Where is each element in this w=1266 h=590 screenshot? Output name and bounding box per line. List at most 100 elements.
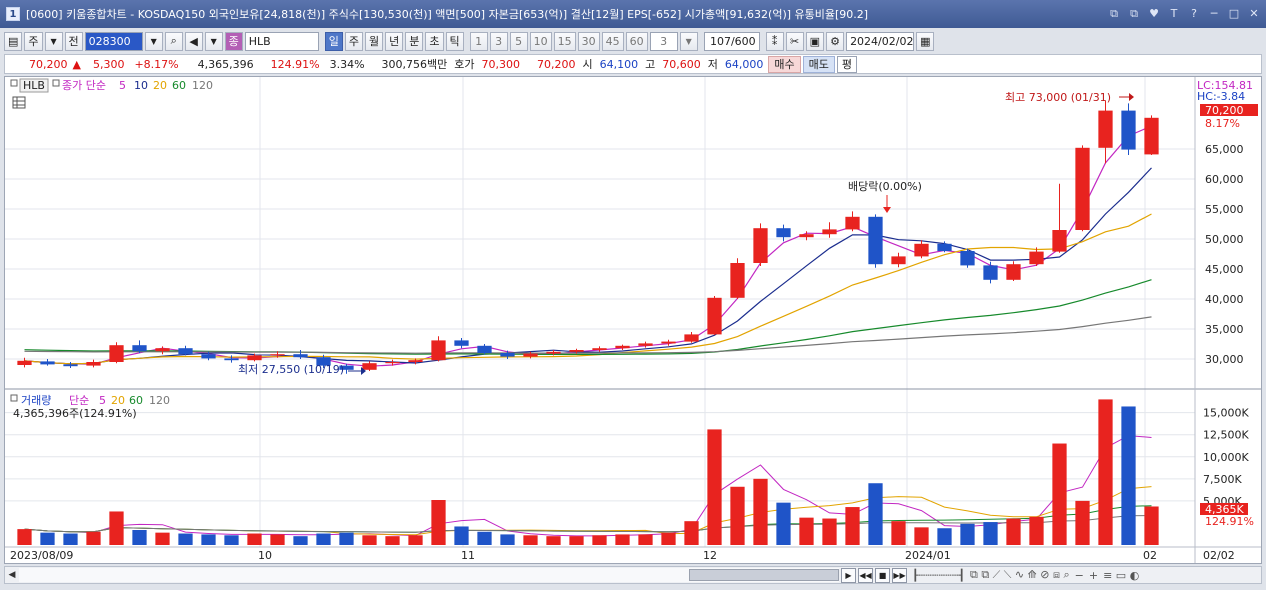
x-label-last-date: 02/02 (1203, 549, 1235, 562)
scroll-left-icon[interactable]: ◀ (5, 567, 19, 583)
zoom-slider[interactable]: ┠┄┄┄┄┄┄┨ (912, 569, 965, 582)
volume-tick-label: 15,000K (1203, 407, 1249, 420)
volume-bar (523, 535, 538, 545)
chart-scrollbar[interactable]: ◀ ▶ ◀◀ ■ ▶▶ ┠┄┄┄┄┄┄┨ ⧉ ⧉ ⟋ ⟍ ∿ ⟰ ⊘ ⧈ ⌕ −… (4, 566, 1262, 584)
chart-area[interactable]: HLB 종가 단순 5 10 20 60 120 LC:154.81 HC:-3… (4, 76, 1262, 564)
ma-line (24, 279, 1152, 355)
search-icon[interactable]: ⌕ (164, 31, 183, 51)
average-button[interactable]: 평 (836, 55, 858, 73)
candle-body (201, 354, 216, 359)
interval-input[interactable]: 3 (649, 31, 678, 51)
volume-bar (1121, 406, 1136, 545)
volume-bar (914, 527, 929, 545)
chart-toolbar: ▤ 주 ▼ 전 028300 ▼ ⌕ ◀ ▼ 종 HLB 일 주 월 년 분 초… (4, 30, 1262, 52)
hc-label: HC:-3.84 (1197, 90, 1245, 103)
interval-10-button[interactable]: 10 (529, 31, 552, 51)
layout-icon[interactable]: ▤ (4, 31, 23, 51)
buy-button[interactable]: 매수 (768, 55, 801, 73)
volume-bar (592, 535, 607, 545)
period-year-button[interactable]: 년 (385, 31, 404, 51)
scroll-thumb[interactable] (689, 569, 839, 581)
tools-icon[interactable]: ✂ (785, 31, 804, 51)
help-icon[interactable]: ? (1186, 6, 1202, 22)
volume-bar (63, 533, 78, 545)
interval-30-button[interactable]: 30 (577, 31, 600, 51)
price-tick-label: 50,000 (1205, 233, 1244, 246)
bid-price: 70,200 (537, 57, 576, 71)
settings-gear-icon[interactable]: ⚙ (826, 31, 845, 51)
chevron-down-icon[interactable]: ▼ (44, 31, 63, 51)
period-week-button[interactable]: 주 (344, 31, 364, 51)
favorite-icon[interactable]: ♥ (1146, 6, 1162, 22)
count-display[interactable]: 107/600 (703, 31, 760, 51)
interval-5-button[interactable]: 5 (509, 31, 528, 51)
zoom-in-icon[interactable]: + (1089, 569, 1098, 582)
rewind-icon[interactable]: ◀◀ (858, 567, 873, 583)
x-label-oct: 10 (258, 549, 272, 562)
stock-type-icon[interactable]: 종 (224, 31, 243, 51)
tile-window-icon[interactable]: ⧉ (1126, 6, 1142, 22)
drawing-tools-icon[interactable]: ⧉ ⧉ ⟋ ⟍ ∿ ⟰ ⊘ ⧈ ⌕ (970, 568, 1070, 582)
candlestick-chart[interactable]: HLB 종가 단순 5 10 20 60 120 LC:154.81 HC:-3… (5, 77, 1261, 563)
candle-body (845, 216, 860, 230)
volume-bar (178, 533, 193, 545)
font-size-icon[interactable]: T (1166, 6, 1182, 22)
volume-axis-ticks: 15,000K12,500K10,000K7,500K5,000K (1203, 407, 1249, 508)
stock-name-field[interactable]: HLB (244, 31, 319, 51)
candle-body (155, 348, 170, 352)
stop-icon[interactable]: ■ (875, 567, 890, 583)
candle-body (661, 341, 676, 344)
maximize-button[interactable]: □ (1226, 6, 1242, 22)
volume-bars[interactable] (17, 399, 1159, 545)
candle-body (684, 334, 699, 342)
sound-dropdown-icon[interactable]: ▼ (204, 31, 223, 51)
interval-15-button[interactable]: 15 (553, 31, 576, 51)
scroll-track[interactable] (19, 568, 839, 582)
period-tick-button[interactable]: 틱 (445, 31, 464, 51)
period-day-button[interactable]: 일 (324, 31, 343, 51)
candle-body (362, 363, 377, 370)
period-second-button[interactable]: 초 (425, 31, 444, 51)
period-unit-select[interactable]: 주 (24, 31, 43, 51)
view-options-icon[interactable]: ≡ ▭ ◐ (1103, 569, 1139, 582)
link-window-icon[interactable]: ⧉ (1106, 6, 1122, 22)
prev-button[interactable]: 전 (64, 31, 83, 51)
interval-dropdown-icon[interactable]: ▼ (679, 31, 698, 51)
minimize-button[interactable]: ─ (1206, 6, 1222, 22)
candle-body (1121, 110, 1136, 150)
x-label-feb: 02 (1143, 549, 1157, 562)
interval-3-button[interactable]: 3 (489, 31, 508, 51)
indicator-add-icon[interactable]: ⁑ (765, 31, 784, 51)
zoom-out-icon[interactable]: − (1075, 569, 1084, 582)
code-dropdown-icon[interactable]: ▼ (144, 31, 163, 51)
period-minute-button[interactable]: 분 (405, 31, 424, 51)
volume-bar (1006, 518, 1021, 545)
candle-body (638, 343, 653, 346)
volume-ratio: 124.91% (270, 57, 320, 71)
save-icon[interactable]: ▣ (805, 31, 825, 51)
calendar-icon[interactable]: ▦ (916, 31, 935, 51)
candles[interactable] (17, 101, 1159, 374)
interval-60-button[interactable]: 60 (625, 31, 648, 51)
data-table-icon[interactable] (12, 96, 26, 109)
volume-bar (385, 536, 400, 545)
moving-average-lines (24, 125, 1152, 367)
up-arrow-icon: ▲ (72, 57, 81, 71)
play-icon[interactable]: ▶ (841, 567, 856, 583)
volume-bar (799, 517, 814, 545)
interval-1-button[interactable]: 1 (469, 31, 488, 51)
sell-button[interactable]: 매도 (802, 55, 835, 73)
sound-icon[interactable]: ◀ (184, 31, 203, 51)
forward-icon[interactable]: ▶▶ (892, 567, 907, 583)
interval-45-button[interactable]: 45 (601, 31, 624, 51)
period-month-button[interactable]: 월 (365, 31, 384, 51)
volume-bar (17, 529, 32, 545)
close-button[interactable]: ✕ (1246, 6, 1262, 22)
price-tick-label: 55,000 (1205, 203, 1244, 216)
stock-code-input[interactable]: 028300 (84, 31, 143, 51)
volume-bar (132, 530, 147, 545)
date-input[interactable]: 2024/02/02 (846, 31, 915, 51)
candle-body (891, 256, 906, 265)
candle-body (937, 243, 952, 251)
volume-bar (109, 511, 124, 545)
